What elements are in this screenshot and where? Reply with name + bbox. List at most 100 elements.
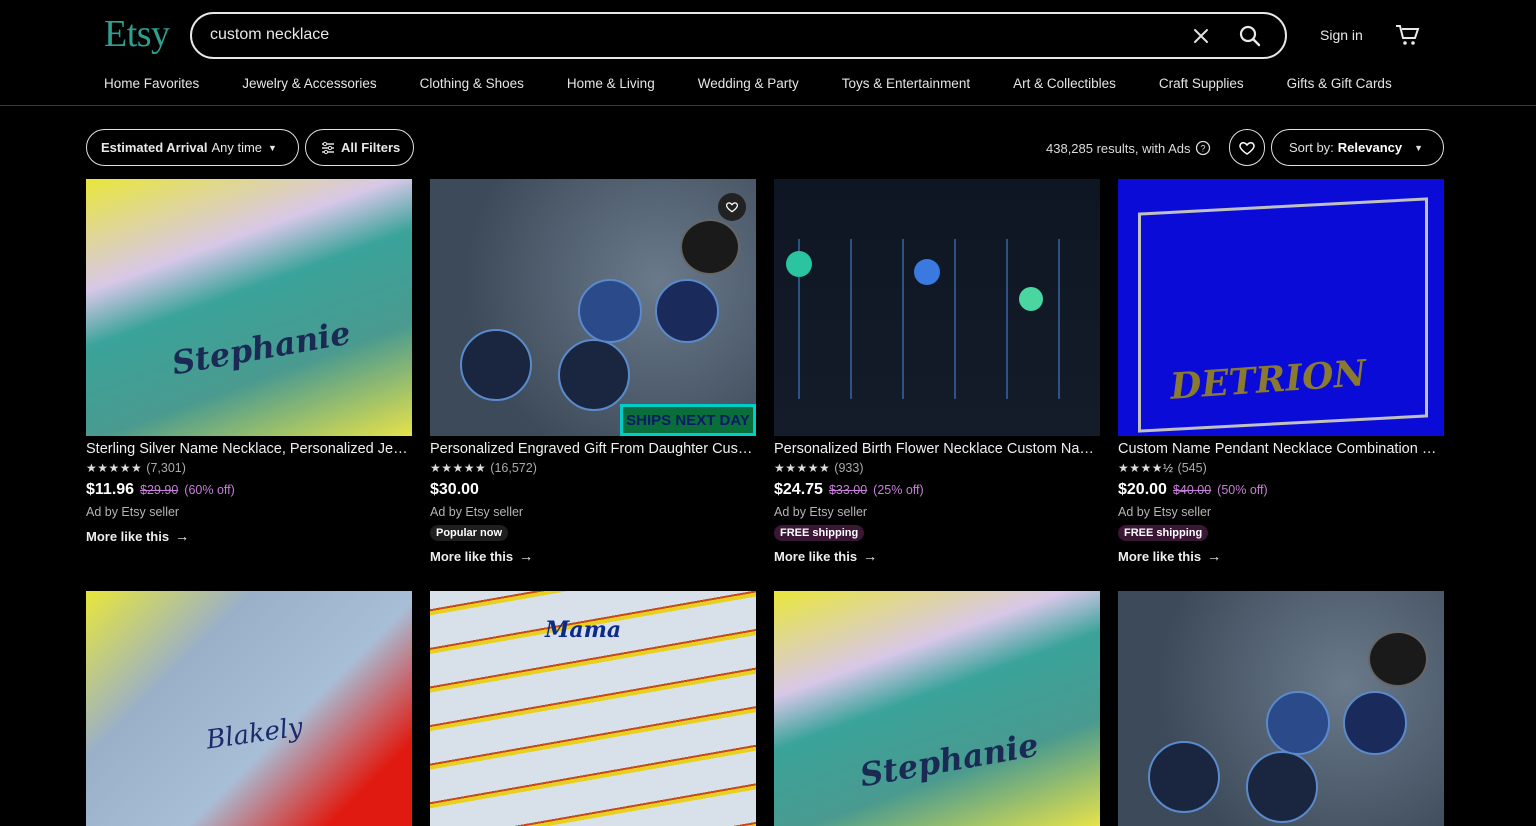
results-count: 438,285 results, with Ads ? [1046, 140, 1211, 156]
listing-card[interactable]: Stephanie Sterling Silver Name Necklace,… [86, 179, 412, 544]
listing-card[interactable]: Personalized Birth Flower Necklace Custo… [774, 179, 1100, 564]
estimated-arrival-filter[interactable]: Estimated Arrival Any time ▼ [86, 129, 299, 166]
listing-image[interactable]: SHIPS NEXT DAY [430, 179, 756, 436]
listing-image[interactable]: Stephanie [86, 179, 412, 436]
heart-icon [1239, 141, 1255, 155]
sort-dropdown[interactable]: Sort by: Relevancy ▼ [1271, 129, 1444, 166]
ad-label: Ad by Etsy seller [774, 505, 868, 519]
original-price: $29.90 [140, 483, 179, 497]
review-count: (16,572) [490, 461, 537, 475]
search-bar[interactable]: custom necklace [190, 12, 1287, 59]
stars: ★★★★★ [86, 461, 143, 475]
category-clothing[interactable]: Clothing & Shoes [420, 76, 524, 91]
arrow-right-icon: → [863, 548, 878, 564]
flower-1 [786, 251, 812, 277]
discount: (25% off) [873, 483, 924, 497]
price-row: $30.00 [430, 481, 756, 499]
price-row: $11.96 $29.90 (60% off) [86, 481, 412, 499]
rating: ★★★★★ (16,572) [430, 461, 756, 475]
pendant-4 [655, 279, 719, 343]
sign-in-link[interactable]: Sign in [1320, 27, 1363, 43]
pendant-1 [460, 329, 532, 401]
all-filters-button[interactable]: All Filters [305, 129, 414, 166]
listing-title[interactable]: Personalized Engraved Gift From Daughter… [430, 441, 756, 457]
image-text: Mama [545, 617, 622, 643]
filters-label: All Filters [341, 140, 401, 155]
listing-image[interactable]: DETRION [1118, 179, 1444, 436]
image-text: Stephanie [169, 313, 354, 383]
more-like-this-link[interactable]: More like this → [774, 548, 1100, 564]
arrow-right-icon: → [1207, 548, 1222, 564]
help-icon[interactable]: ? [1195, 140, 1211, 156]
more-label: More like this [774, 548, 858, 564]
est-value: Any time [211, 140, 263, 155]
arrow-right-icon: → [175, 528, 190, 544]
listing-image[interactable] [1118, 591, 1444, 826]
caret-down-icon: ▼ [268, 142, 277, 153]
stars: ★★★★½ [1118, 461, 1174, 475]
image-text: Stephanie [857, 725, 1042, 795]
category-home-living[interactable]: Home & Living [567, 76, 655, 91]
original-price: $40.00 [1172, 483, 1212, 497]
more-like-this-link[interactable]: More like this → [1118, 548, 1444, 564]
pendant-5 [680, 219, 740, 275]
review-count: (7,301) [146, 461, 186, 475]
rating: ★★★★½ (545) [1118, 461, 1444, 475]
price-row: $24.75 $33.00 (25% off) [774, 481, 1100, 499]
search-icon[interactable] [1237, 23, 1263, 49]
cart-icon[interactable] [1394, 22, 1420, 48]
flower-2 [914, 259, 940, 285]
rating: ★★★★★ (933) [774, 461, 1100, 475]
filters-icon [322, 141, 334, 154]
results-text: 438,285 results, with Ads [1046, 140, 1191, 156]
category-art[interactable]: Art & Collectibles [1013, 76, 1116, 91]
listing-card[interactable]: DETRION Custom Name Pendant Necklace Com… [1118, 179, 1444, 564]
etsy-logo[interactable]: Etsy [104, 12, 170, 56]
listing-card[interactable]: Blakely [86, 591, 412, 826]
category-home-favorites[interactable]: Home Favorites [104, 76, 199, 91]
listing-card[interactable] [1118, 591, 1444, 826]
stars: ★★★★★ [430, 461, 487, 475]
category-wedding[interactable]: Wedding & Party [698, 76, 799, 91]
est-label: Estimated Arrival [101, 140, 208, 155]
search-input[interactable]: custom necklace [210, 26, 329, 44]
pendant-2 [558, 339, 630, 411]
more-like-this-link[interactable]: More like this → [430, 548, 756, 564]
listing-card[interactable]: Mama [430, 591, 756, 826]
sort-label: Sort by: [1289, 140, 1334, 155]
site-header: Etsy custom necklace Sign in Home Favori… [0, 0, 1536, 106]
category-craft[interactable]: Craft Supplies [1159, 76, 1244, 91]
review-count: (545) [1177, 461, 1207, 475]
category-toys[interactable]: Toys & Entertainment [842, 76, 970, 91]
discount: (50% off) [1217, 483, 1268, 497]
free-shipping-badge: FREE shipping [1118, 525, 1209, 541]
price: $30.00 [430, 481, 479, 498]
listing-image[interactable]: Blakely [86, 591, 412, 826]
category-gifts[interactable]: Gifts & Gift Cards [1287, 76, 1392, 91]
listing-card[interactable]: Stephanie [774, 591, 1100, 826]
listing-image[interactable]: Stephanie [774, 591, 1100, 826]
more-label: More like this [430, 548, 514, 564]
pendant-1 [1148, 741, 1220, 813]
more-label: More like this [86, 528, 170, 544]
listing-title[interactable]: Personalized Birth Flower Necklace Custo… [774, 441, 1100, 457]
clear-icon[interactable] [1189, 24, 1213, 48]
listing-title[interactable]: Sterling Silver Name Necklace, Personali… [86, 441, 412, 457]
listing-title[interactable]: Custom Name Pendant Necklace Combination… [1118, 441, 1444, 457]
price: $24.75 [774, 481, 823, 498]
favorite-search-button[interactable] [1229, 129, 1265, 166]
listing-image[interactable] [774, 179, 1100, 436]
category-jewelry[interactable]: Jewelry & Accessories [242, 76, 376, 91]
pendant-5 [1368, 631, 1428, 687]
review-count: (933) [834, 461, 864, 475]
original-price: $33.00 [828, 483, 868, 497]
listing-image[interactable]: Mama [430, 591, 756, 826]
image-text: Blakely [204, 712, 305, 756]
caret-down-icon: ▼ [1414, 142, 1424, 153]
listing-card[interactable]: SHIPS NEXT DAY Personalized Engraved Gif… [430, 179, 756, 564]
more-like-this-link[interactable]: More like this → [86, 528, 412, 544]
ad-label: Ad by Etsy seller [430, 505, 524, 519]
favorite-button[interactable] [718, 193, 746, 221]
price: $11.96 [86, 481, 135, 498]
sort-value: Relevancy [1337, 140, 1403, 155]
